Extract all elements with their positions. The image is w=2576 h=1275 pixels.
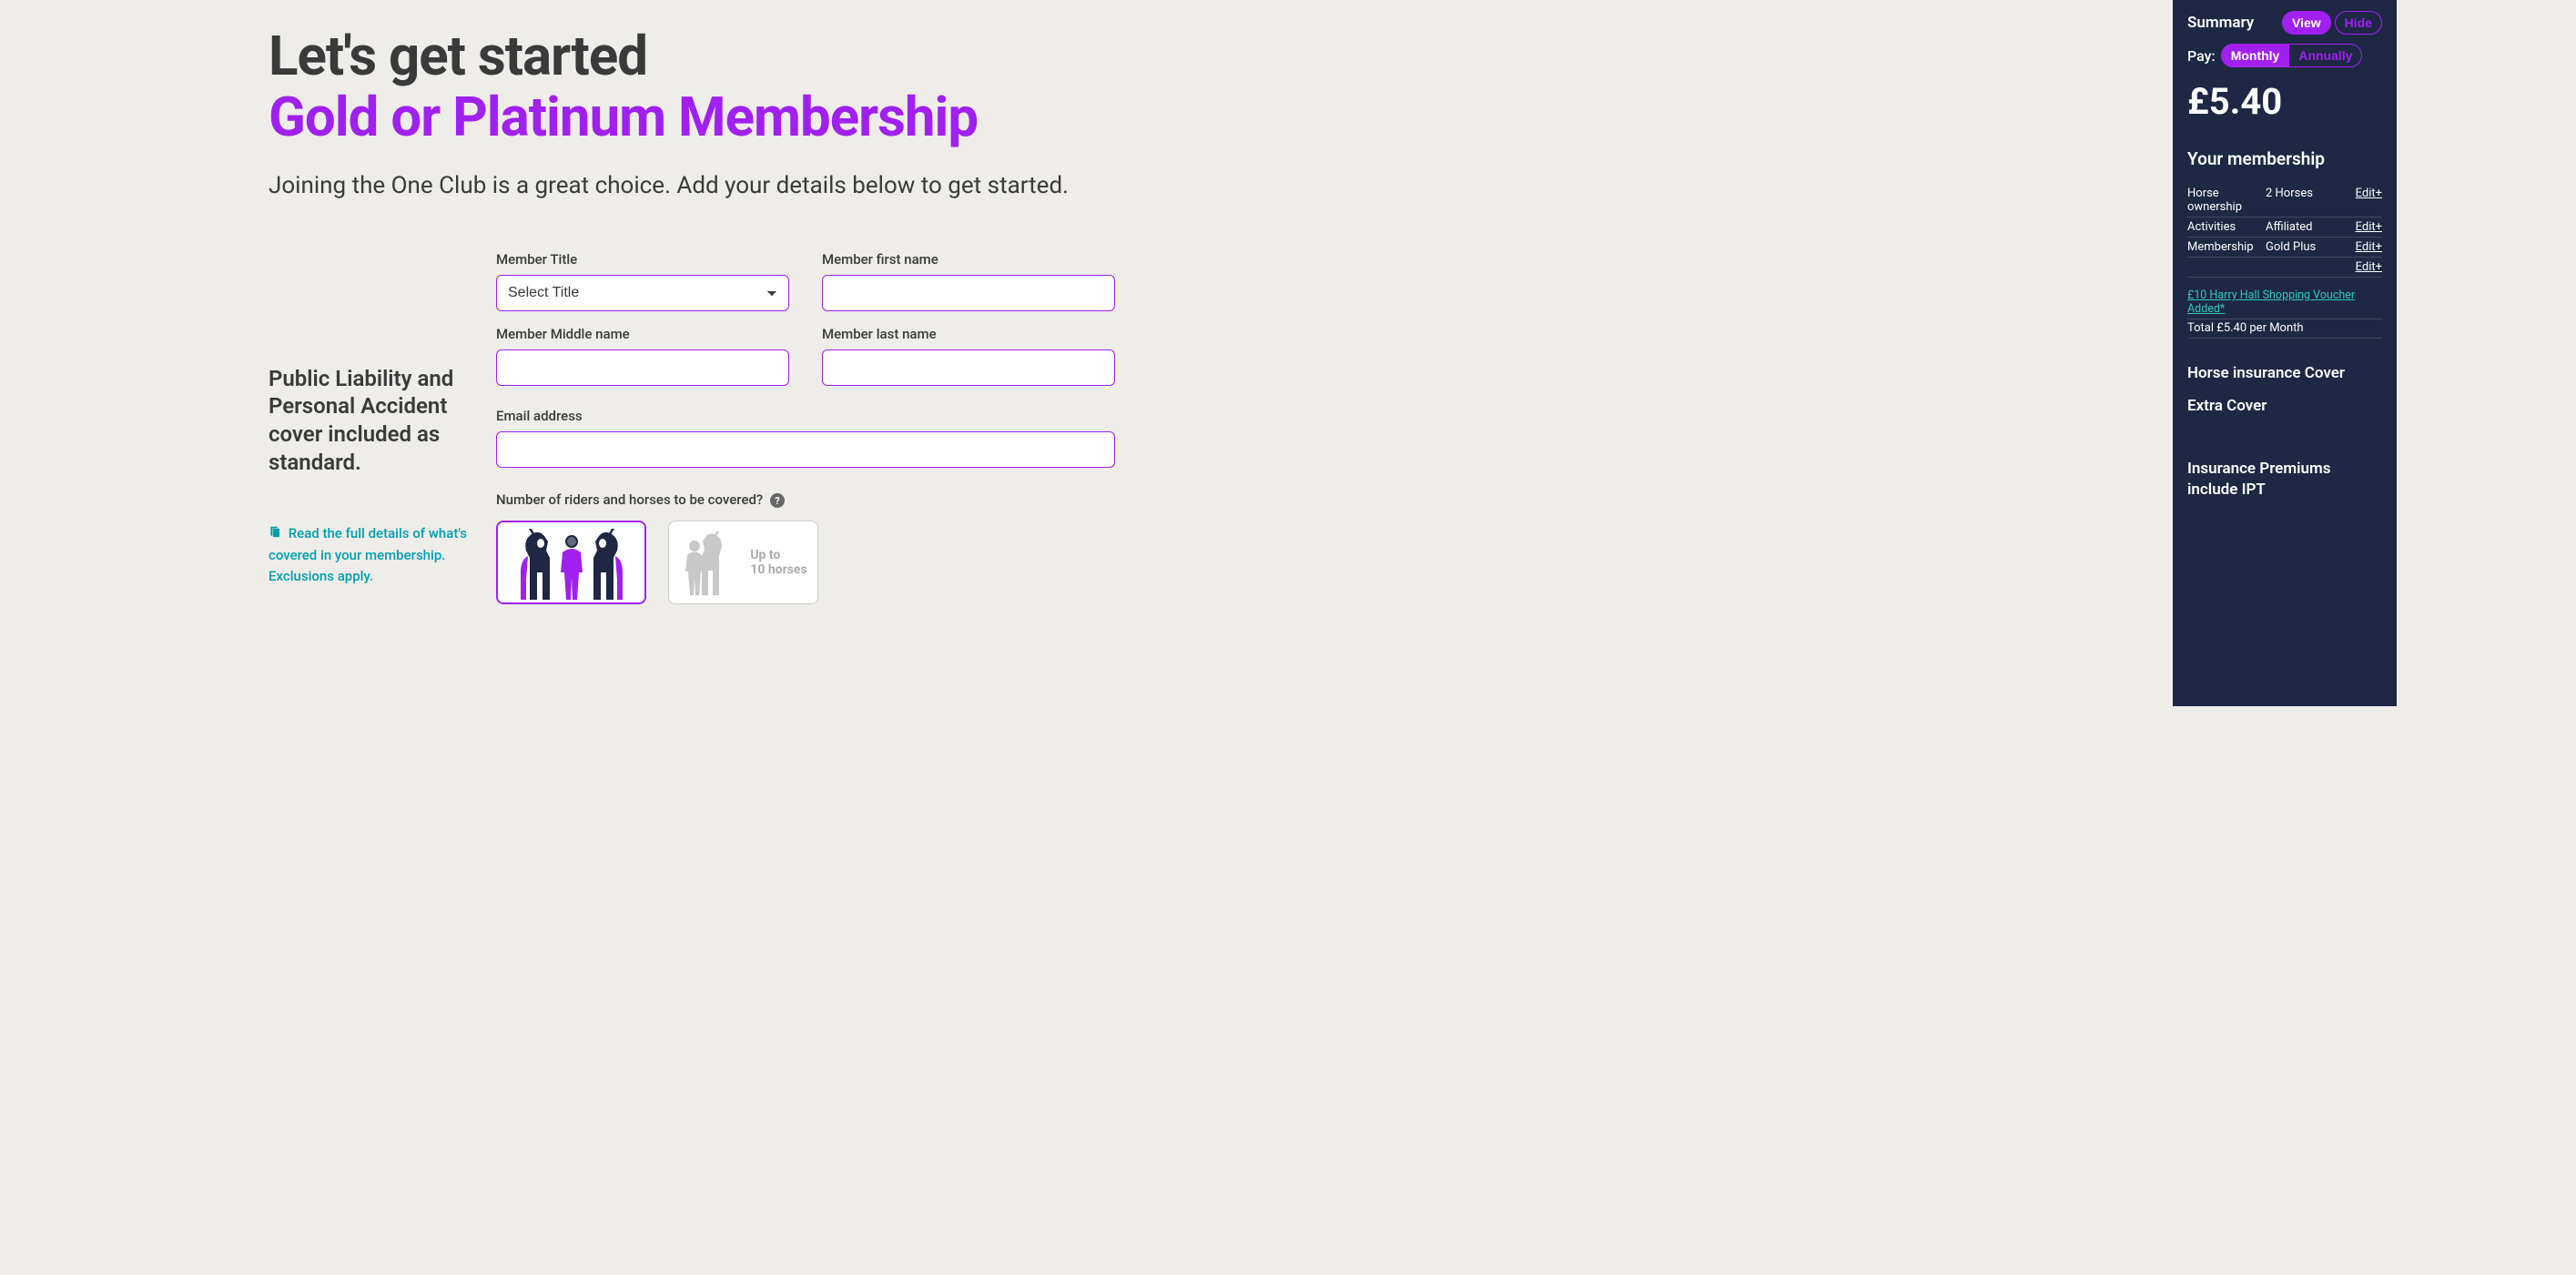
page-title-line2: Gold or Platinum Membership bbox=[269, 88, 1115, 146]
page-title-line1: Let's get started bbox=[269, 27, 1115, 85]
intro-text: Joining the One Club is a great choice. … bbox=[269, 171, 1115, 201]
price-value: £5.40 bbox=[2187, 80, 2382, 123]
row-label bbox=[2187, 260, 2266, 274]
last-name-input[interactable] bbox=[822, 349, 1115, 386]
first-name-label: Member first name bbox=[822, 251, 1115, 268]
upto-line2: 10 horses bbox=[750, 562, 806, 577]
cover-info-text: Public Liability and Personal Accident c… bbox=[269, 365, 474, 477]
ipt-note: Insurance Premiums include IPT bbox=[2187, 459, 2382, 501]
row-edit-link[interactable]: Edit+ bbox=[2346, 240, 2382, 254]
upto-line1: Up to bbox=[750, 548, 806, 562]
horse-insurance-heading: Horse insurance Cover bbox=[2187, 364, 2382, 382]
member-title-select[interactable]: Select Title bbox=[496, 275, 789, 311]
email-input[interactable] bbox=[496, 431, 1115, 468]
summary-view-button[interactable]: View bbox=[2282, 11, 2331, 35]
full-details-link-text: Read the full details of what's covered … bbox=[269, 525, 467, 584]
summary-heading: Summary bbox=[2187, 14, 2254, 32]
pay-label: Pay: bbox=[2187, 47, 2216, 65]
table-row: Edit+ bbox=[2187, 258, 2382, 278]
middle-name-input[interactable] bbox=[496, 349, 789, 386]
document-icon bbox=[269, 525, 285, 541]
member-title-label: Member Title bbox=[496, 251, 789, 268]
pay-monthly-button[interactable]: Monthly bbox=[2221, 44, 2290, 67]
extra-cover-heading: Extra Cover bbox=[2187, 397, 2382, 415]
summary-view-toggle: View Hide bbox=[2282, 11, 2382, 35]
row-value: Affiliated bbox=[2266, 220, 2346, 234]
full-details-link[interactable]: Read the full details of what's covered … bbox=[269, 523, 474, 587]
row-label: Membership bbox=[2187, 240, 2266, 254]
help-icon[interactable]: ? bbox=[770, 493, 785, 508]
row-edit-link[interactable]: Edit+ bbox=[2346, 260, 2382, 274]
table-row: Membership Gold Plus Edit+ bbox=[2187, 238, 2382, 258]
pay-toggle: Monthly Annually bbox=[2221, 44, 2363, 67]
pay-annually-button[interactable]: Annually bbox=[2289, 44, 2362, 67]
email-label: Email address bbox=[496, 408, 1115, 424]
first-name-input[interactable] bbox=[822, 275, 1115, 311]
voucher-link[interactable]: £10 Harry Hall Shopping Voucher Added* bbox=[2187, 288, 2382, 319]
row-edit-link[interactable]: Edit+ bbox=[2346, 220, 2382, 234]
summary-hide-button[interactable]: Hide bbox=[2335, 11, 2382, 35]
riders-label: Number of riders and horses to be covere… bbox=[496, 491, 1115, 509]
row-label: Activities bbox=[2187, 220, 2266, 234]
middle-name-label: Member Middle name bbox=[496, 326, 789, 342]
row-value: 2 Horses bbox=[2266, 187, 2346, 214]
summary-sidebar: Summary View Hide Pay: Monthly Annually … bbox=[2173, 0, 2397, 706]
last-name-label: Member last name bbox=[822, 326, 1115, 342]
table-row: Activities Affiliated Edit+ bbox=[2187, 218, 2382, 238]
row-value: Gold Plus bbox=[2266, 240, 2346, 254]
one-rider-two-horses-icon bbox=[508, 525, 635, 600]
your-membership-heading: Your membership bbox=[2187, 148, 2382, 169]
rider-option-1[interactable] bbox=[496, 521, 646, 604]
row-edit-link[interactable]: Edit+ bbox=[2346, 187, 2382, 214]
membership-table: Horse ownership 2 Horses Edit+ Activitie… bbox=[2187, 184, 2382, 278]
table-row: Horse ownership 2 Horses Edit+ bbox=[2187, 184, 2382, 218]
total-text: Total £5.40 per Month bbox=[2187, 321, 2382, 339]
row-value bbox=[2266, 260, 2346, 274]
row-label: Horse ownership bbox=[2187, 187, 2266, 214]
rider-horse-grey-icon bbox=[679, 530, 743, 595]
rider-option-upto-10[interactable]: Up to 10 horses bbox=[668, 521, 818, 604]
